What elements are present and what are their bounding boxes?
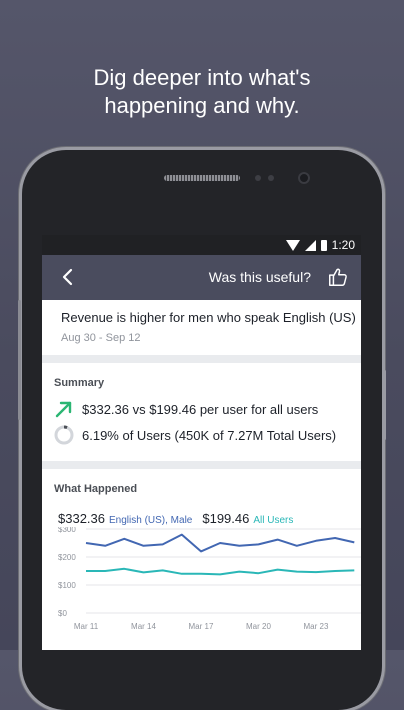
series-line-primary [85,533,355,553]
insight-date-range: Aug 30 - Sep 12 [61,332,141,344]
signal-icon [304,239,316,251]
summary-row-revenue: $332.36 vs $199.46 per user for all user… [54,399,318,419]
was-this-useful-label: Was this useful? [208,269,311,285]
x-tick-label: Mar 11 [74,622,99,631]
volume-button [18,300,21,420]
y-tick-label: $100 [58,581,76,590]
battery-icon [320,239,327,251]
legend-name-secondary: All Users [253,515,294,526]
y-tick-label: $300 [58,527,76,534]
back-arrow-icon[interactable] [59,267,79,287]
summary-card: Summary $332.36 vs $199.46 per user for … [42,363,361,461]
what-happened-card: What Happened $332.36 English (US), Male… [42,469,361,650]
x-tick-label: Mar 23 [304,622,329,631]
legend-name-primary: English (US), Male [109,515,193,526]
headline-line-1: Dig deeper into what's [93,65,311,90]
x-tick-label: Mar 20 [246,622,271,631]
series-line-secondary [86,567,355,576]
what-happened-label: What Happened [54,483,138,495]
revenue-line-chart: $0 $100 $200 $300 Mar 11 Mar 14 Mar 17 Mar 20 Ma… [58,527,361,631]
trend-up-arrow-icon [55,401,72,418]
summary-row-users: 6.19% of Users (450K of 7.27M Total User… [54,425,336,445]
legend-value-secondary: $199.46 [202,511,250,526]
users-share-ring-icon [54,425,74,445]
power-button [383,370,386,440]
insight-card: Revenue is higher for men who speak Engl… [42,300,361,355]
sensor [268,175,274,181]
wifi-icon [285,240,300,251]
status-bar: 1:20 [42,235,361,255]
front-camera [298,172,310,184]
y-tick-label: $0 [58,609,67,618]
summary-label: Summary [54,377,105,389]
status-time: 1:20 [331,238,355,252]
headline: Dig deeper into what's happening and why… [0,64,404,120]
y-tick-label: $200 [58,553,76,562]
sensor [255,175,261,181]
summary-revenue-text: $332.36 vs $199.46 per user for all user… [82,401,319,417]
insight-title: Revenue is higher for men who speak Engl… [61,310,356,325]
phone-screen: 1:20 Was this useful? Revenue is higher … [42,235,361,650]
chart-legend: $332.36 English (US), Male $199.46 All U… [58,511,303,526]
summary-users-text: 6.19% of Users (450K of 7.27M Total User… [82,427,337,443]
thumbs-up-icon[interactable] [327,266,349,288]
x-tick-label: Mar 14 [131,622,156,631]
app-bar: Was this useful? [42,255,361,300]
x-tick-label: Mar 17 [189,622,214,631]
headline-line-2: happening and why. [104,93,300,118]
legend-value-primary: $332.36 [58,511,105,526]
speaker-grille [164,175,240,181]
